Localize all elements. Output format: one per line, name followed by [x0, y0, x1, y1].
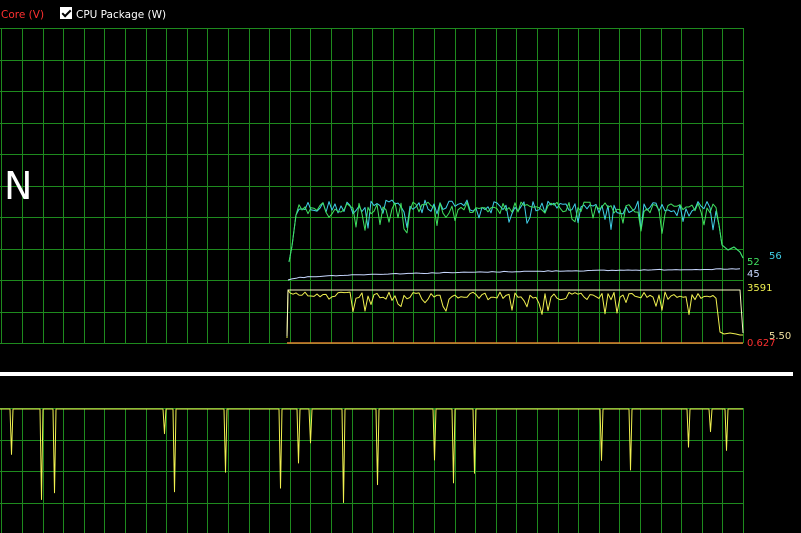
chart-separator [0, 372, 793, 376]
value-label-yellow: 3591 [747, 283, 773, 294]
value-label-red: 0.627 [747, 338, 776, 349]
series-line-utilization [0, 408, 743, 503]
value-label-green: 52 [747, 257, 760, 268]
value-label-white: 45 [747, 269, 760, 280]
value-label-cyan: 56 [769, 251, 782, 262]
monitoring-graph [0, 28, 744, 533]
top-chart-series [286, 199, 744, 344]
top-chart-grid [0, 28, 744, 344]
truncated-sensor-label: N [4, 164, 33, 208]
bottom-chart-series [0, 408, 743, 503]
series-line-white [287, 268, 741, 281]
series-line-yellow [286, 289, 743, 339]
